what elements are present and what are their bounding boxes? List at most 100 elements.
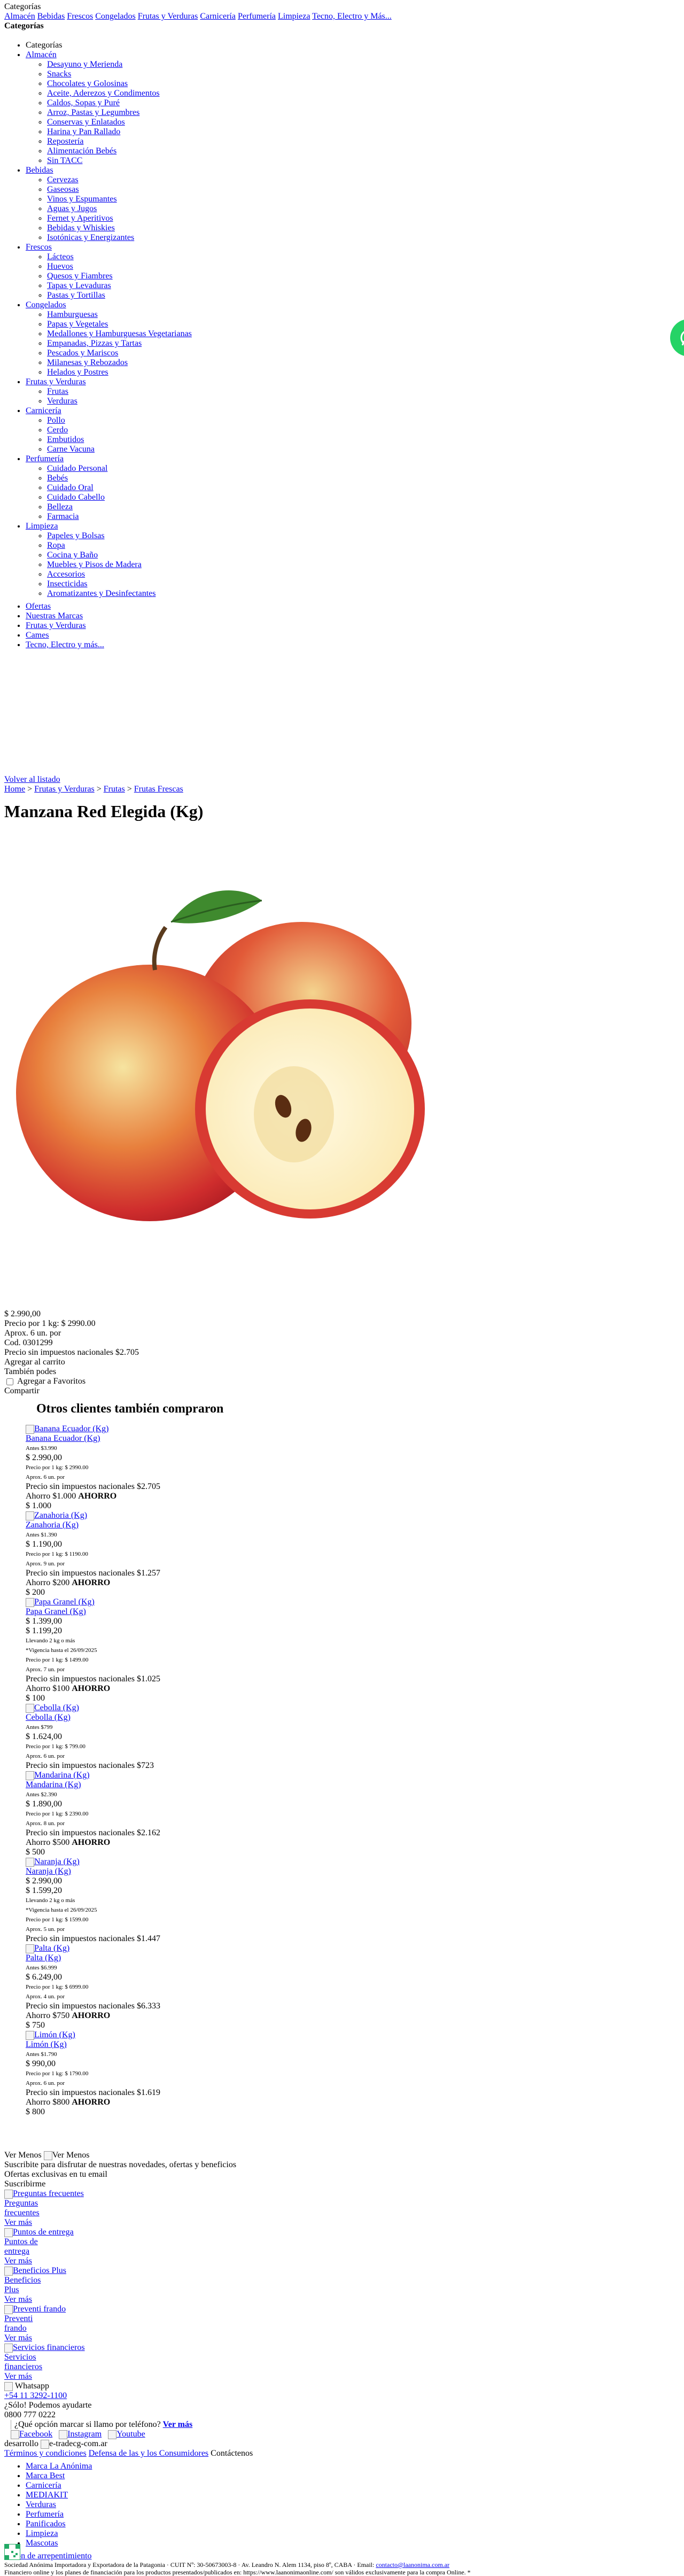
menu-subitem-link[interactable]: Pastas y Tortillas <box>47 291 105 300</box>
share-button[interactable]: Compartir <box>4 1386 40 1396</box>
related-product-image[interactable]: Zanahoria (Kg) <box>26 1511 400 1520</box>
top-nav-link[interactable]: Perfumería <box>238 12 276 21</box>
menu-subitem-link[interactable]: Arroz, Pastas y Legumbres <box>47 108 139 117</box>
related-product-name[interactable]: Zanahoria (Kg) <box>26 1520 400 1530</box>
feature-title[interactable]: Preventi <box>4 2314 667 2324</box>
feature-ver-mas[interactable]: Ver más <box>4 2218 32 2227</box>
related-image-alt[interactable]: Limón (Kg) <box>34 2030 75 2039</box>
brand-link[interactable]: Verduras <box>26 2500 56 2509</box>
feature-title[interactable]: Beneficios <box>4 2276 667 2285</box>
brand-link[interactable]: Marca Best <box>26 2471 65 2480</box>
top-nav-link[interactable]: Bebidas <box>37 12 65 21</box>
whatsapp-float-button[interactable] <box>670 319 684 356</box>
menu-subitem-link[interactable]: Hamburguesas <box>47 310 98 319</box>
related-image-alt[interactable]: Naranja (Kg) <box>34 1857 80 1866</box>
feature-title[interactable]: frecuentes <box>4 2208 667 2218</box>
related-image-alt[interactable]: Cebolla (Kg) <box>34 1703 79 1712</box>
menu-subitem-link[interactable]: Aguas y Jugos <box>47 204 97 213</box>
feature-ver-mas[interactable]: Ver más <box>4 2256 32 2265</box>
top-nav-link[interactable]: Congelados <box>95 12 136 21</box>
breadcrumb-link[interactable]: Frutas Frescas <box>134 785 183 794</box>
feature-link[interactable]: Ver más <box>4 2295 667 2305</box>
menu-subitem-link[interactable]: Ropa <box>47 541 65 550</box>
menu-group-link[interactable]: Frescos <box>26 243 52 252</box>
menu-subitem-link[interactable]: Isotónicas y Energizantes <box>47 233 134 242</box>
related-product-name[interactable]: Naranja (Kg) <box>26 1867 400 1876</box>
related-image-alt[interactable]: Zanahoria (Kg) <box>34 1511 87 1520</box>
menu-subitem-link[interactable]: Cerdo <box>47 425 68 434</box>
related-product-link[interactable]: Limón (Kg) <box>26 2040 67 2049</box>
feature-image-alt[interactable]: Servicios financieros <box>13 2343 85 2352</box>
feature-title-2[interactable]: frando <box>4 2324 27 2333</box>
menu-subitem-link[interactable]: Desayuno y Merienda <box>47 60 122 69</box>
company-email[interactable]: contacto@laanonima.com.ar <box>376 2561 449 2569</box>
feature-ver-mas[interactable]: Ver más <box>4 2372 32 2381</box>
menu-extra-link[interactable]: Tecno, Electro y más... <box>26 640 104 649</box>
feature-link[interactable]: Ver más <box>4 2333 667 2343</box>
menu-subitem-link[interactable]: Papas y Vegetales <box>47 320 108 329</box>
menu-group-link[interactable]: Frutas y Verduras <box>26 377 86 386</box>
whatsapp-phone-link[interactable]: +54 11 3292-1100 <box>4 2391 67 2400</box>
menu-subitem-link[interactable]: Pollo <box>47 416 65 425</box>
related-product-image[interactable]: Naranja (Kg) <box>26 1857 400 1867</box>
menu-subitem-link[interactable]: Frutas <box>47 387 68 396</box>
menu-subitem-link[interactable]: Cuidado Oral <box>47 483 94 492</box>
related-product-name[interactable]: Limón (Kg) <box>26 2040 400 2050</box>
menu-subitem-link[interactable]: Fernet y Aperitivos <box>47 214 113 223</box>
menu-subitem-link[interactable]: Bebidas y Whiskies <box>47 223 115 232</box>
menu-subitem-link[interactable]: Carne Vacuna <box>47 445 95 454</box>
menu-subitem-link[interactable]: Repostería <box>47 137 83 146</box>
feature-title-2[interactable]: financieros <box>4 2362 42 2371</box>
feature-image[interactable]: Beneficios Plus <box>4 2266 667 2276</box>
menu-subitem-link[interactable]: Empanadas, Pizzas y Tartas <box>47 339 142 348</box>
breadcrumb-link[interactable]: Home <box>4 785 25 794</box>
related-product-image[interactable]: Mandarina (Kg) <box>26 1771 400 1780</box>
related-product-image[interactable]: Banana Ecuador (Kg) <box>26 1424 400 1434</box>
menu-subitem-link[interactable]: Tapas y Levaduras <box>47 281 111 290</box>
menu-subitem-link[interactable]: Harina y Pan Rallado <box>47 127 120 136</box>
menu-extra-link[interactable]: Cames <box>26 631 49 640</box>
whatsapp-phone[interactable]: +54 11 3292-1100 <box>4 2391 667 2401</box>
menu-subitem-link[interactable]: Alimentación Bebés <box>47 146 116 156</box>
brand-link[interactable]: Panificados <box>26 2519 66 2528</box>
menu-subitem-link[interactable]: Huevos <box>47 262 73 271</box>
brand-link[interactable]: Perfumería <box>26 2510 64 2519</box>
menu-subitem-link[interactable]: Snacks <box>47 69 71 79</box>
menu-subitem-link[interactable]: Embutidos <box>47 435 84 444</box>
menu-group-link[interactable]: Bebidas <box>26 166 53 175</box>
feature-image[interactable]: Puntos de entrega <box>4 2228 667 2237</box>
menu-subitem-link[interactable]: Chocolates y Golosinas <box>47 79 128 88</box>
related-product-name[interactable]: Banana Ecuador (Kg) <box>26 1434 400 1444</box>
social-link[interactable]: Youtube <box>116 2430 145 2439</box>
feature-image-alt[interactable]: Preventi frando <box>13 2305 66 2314</box>
brand-link[interactable]: Carnicería <box>26 2481 61 2490</box>
menu-group-link[interactable]: Congelados <box>26 300 66 309</box>
related-product-image[interactable]: Palta (Kg) <box>26 1944 400 1953</box>
favorite-checkbox[interactable] <box>6 1378 13 1385</box>
menu-subitem-link[interactable]: Muebles y Pisos de Madera <box>47 560 142 569</box>
related-product-image[interactable]: Papa Granel (Kg) <box>26 1597 400 1607</box>
legal-link[interactable]: Términos y condiciones <box>4 2449 87 2458</box>
related-product-link[interactable]: Cebolla (Kg) <box>26 1713 71 1722</box>
menu-subitem-link[interactable]: Helados y Postres <box>47 368 108 377</box>
add-favorites[interactable]: Agregar a Favoritos <box>4 1377 86 1386</box>
menu-subitem-link[interactable]: Medallones y Hamburguesas Vegetarianas <box>47 329 192 338</box>
breadcrumb-link[interactable]: Frutas <box>104 785 125 794</box>
related-product-image[interactable]: Cebolla (Kg) <box>26 1703 400 1713</box>
feature-title-1[interactable]: Puntos de <box>4 2237 38 2246</box>
top-nav-link[interactable]: Limpieza <box>278 12 310 21</box>
menu-subitem-link[interactable]: Farmacia <box>47 512 79 521</box>
menu-subitem-link[interactable]: Aceite, Aderezos y Condimentos <box>47 89 160 98</box>
related-product-name[interactable]: Papa Granel (Kg) <box>26 1607 400 1617</box>
social-link[interactable]: Facebook <box>19 2430 52 2439</box>
feature-ver-mas[interactable]: Ver más <box>4 2333 32 2342</box>
menu-subitem-link[interactable]: Bebés <box>47 474 68 483</box>
related-product-link[interactable]: Zanahoria (Kg) <box>26 1520 79 1530</box>
related-product-link[interactable]: Papa Granel (Kg) <box>26 1607 86 1616</box>
top-nav-link[interactable]: Frutas y Verduras <box>138 12 198 21</box>
menu-subitem-link[interactable]: Milanesas y Rebozados <box>47 358 128 367</box>
menu-subitem-link[interactable]: Verduras <box>47 397 77 406</box>
feature-title-1[interactable]: Preguntas <box>4 2199 38 2208</box>
related-image-alt[interactable]: Mandarina (Kg) <box>34 1771 90 1780</box>
feature-image[interactable]: Servicios financieros <box>4 2343 667 2353</box>
